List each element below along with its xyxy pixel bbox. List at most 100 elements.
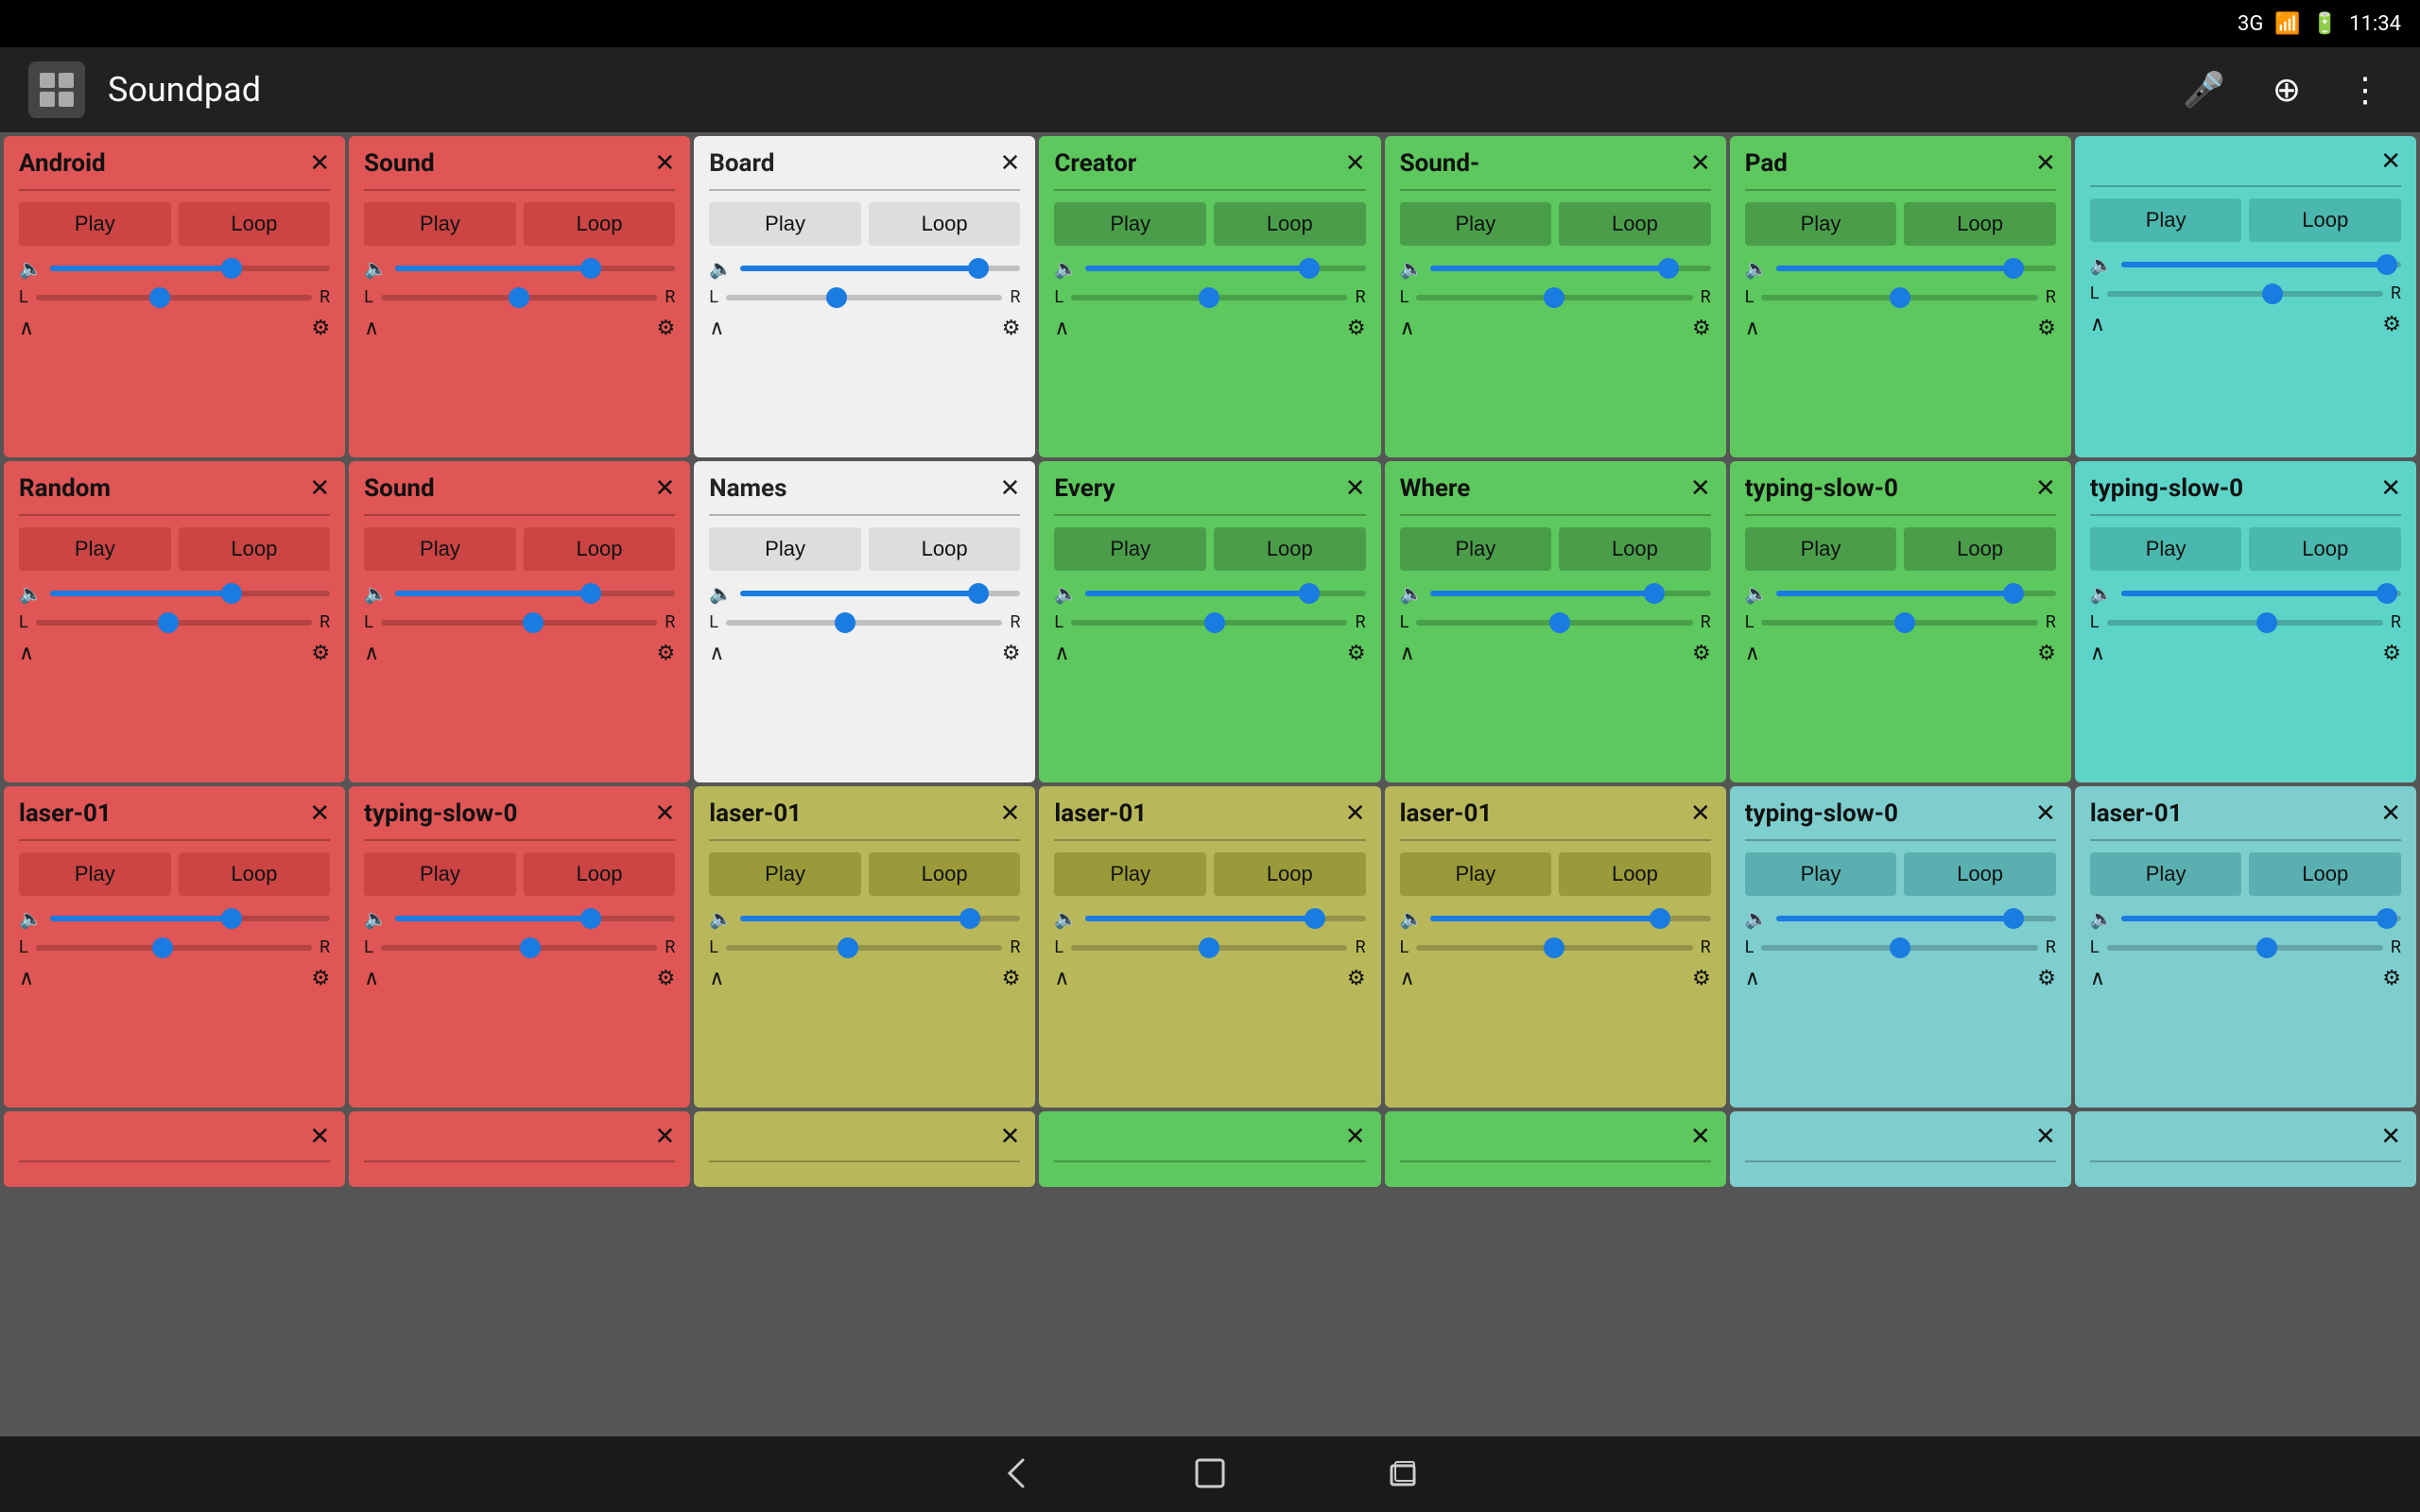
card-close-23[interactable]: ✕	[1000, 1125, 1021, 1149]
lr-track-4[interactable]	[1416, 295, 1692, 301]
settings-icon-12[interactable]: ⚙	[2037, 642, 2056, 665]
expand-icon-5[interactable]: ∧	[1745, 317, 1760, 340]
card-close-25[interactable]: ✕	[1690, 1125, 1711, 1149]
expand-icon-19[interactable]: ∧	[1745, 967, 1760, 990]
settings-icon-20[interactable]: ⚙	[2382, 967, 2401, 990]
play-button-14[interactable]: Play	[19, 852, 171, 896]
settings-icon-1[interactable]: ⚙	[657, 317, 676, 340]
card-close-11[interactable]: ✕	[1690, 476, 1711, 501]
volume-track-13[interactable]	[2121, 591, 2401, 596]
lr-track-5[interactable]	[1761, 295, 2037, 301]
expand-icon-4[interactable]: ∧	[1400, 317, 1415, 340]
loop-button-14[interactable]: Loop	[179, 852, 331, 896]
settings-icon-3[interactable]: ⚙	[1347, 317, 1366, 340]
settings-icon-14[interactable]: ⚙	[311, 967, 330, 990]
play-button-15[interactable]: Play	[364, 852, 516, 896]
volume-track-7[interactable]	[50, 591, 330, 596]
loop-button-7[interactable]: Loop	[179, 527, 331, 571]
card-close-15[interactable]: ✕	[654, 801, 675, 826]
lr-thumb-14[interactable]	[152, 937, 173, 958]
card-close-16[interactable]: ✕	[1000, 801, 1021, 826]
expand-icon-18[interactable]: ∧	[1400, 967, 1415, 990]
volume-thumb-13[interactable]	[2377, 583, 2397, 604]
volume-thumb-7[interactable]	[221, 583, 242, 604]
back-button[interactable]	[996, 1452, 1038, 1497]
volume-thumb-18[interactable]	[1650, 908, 1670, 929]
loop-button-0[interactable]: Loop	[179, 202, 331, 246]
volume-thumb-11[interactable]	[1644, 583, 1665, 604]
expand-icon-2[interactable]: ∧	[709, 317, 724, 340]
settings-icon-19[interactable]: ⚙	[2037, 967, 2056, 990]
expand-icon-13[interactable]: ∧	[2090, 642, 2105, 665]
lr-thumb-3[interactable]	[1199, 287, 1219, 308]
play-button-12[interactable]: Play	[1745, 527, 1897, 571]
settings-icon-7[interactable]: ⚙	[311, 642, 330, 665]
settings-icon-10[interactable]: ⚙	[1347, 642, 1366, 665]
play-button-17[interactable]: Play	[1054, 852, 1206, 896]
play-button-0[interactable]: Play	[19, 202, 171, 246]
volume-track-2[interactable]	[740, 266, 1020, 271]
play-button-13[interactable]: Play	[2090, 527, 2242, 571]
lr-thumb-4[interactable]	[1544, 287, 1564, 308]
volume-thumb-4[interactable]	[1658, 258, 1679, 279]
play-button-2[interactable]: Play	[709, 202, 861, 246]
settings-icon-15[interactable]: ⚙	[657, 967, 676, 990]
volume-thumb-6[interactable]	[2377, 254, 2397, 275]
expand-icon-14[interactable]: ∧	[19, 967, 34, 990]
play-button-11[interactable]: Play	[1400, 527, 1552, 571]
settings-icon-11[interactable]: ⚙	[1692, 642, 1711, 665]
loop-button-4[interactable]: Loop	[1559, 202, 1711, 246]
play-button-10[interactable]: Play	[1054, 527, 1206, 571]
loop-button-19[interactable]: Loop	[1904, 852, 2056, 896]
card-close-26[interactable]: ✕	[2035, 1125, 2056, 1149]
card-close-10[interactable]: ✕	[1345, 476, 1366, 501]
card-close-24[interactable]: ✕	[1345, 1125, 1366, 1149]
volume-track-12[interactable]	[1776, 591, 2056, 596]
loop-button-3[interactable]: Loop	[1214, 202, 1366, 246]
volume-track-14[interactable]	[50, 916, 330, 921]
play-button-5[interactable]: Play	[1745, 202, 1897, 246]
volume-track-1[interactable]	[395, 266, 675, 271]
volume-thumb-1[interactable]	[580, 258, 601, 279]
lr-thumb-15[interactable]	[520, 937, 541, 958]
settings-icon-13[interactable]: ⚙	[2382, 642, 2401, 665]
card-close-12[interactable]: ✕	[2035, 476, 2056, 501]
volume-track-20[interactable]	[2121, 916, 2401, 921]
card-close-21[interactable]: ✕	[309, 1125, 330, 1149]
volume-thumb-3[interactable]	[1299, 258, 1320, 279]
lr-thumb-10[interactable]	[1204, 612, 1225, 633]
lr-track-10[interactable]	[1071, 620, 1347, 626]
settings-icon-18[interactable]: ⚙	[1692, 967, 1711, 990]
lr-track-15[interactable]	[381, 945, 657, 951]
play-button-4[interactable]: Play	[1400, 202, 1552, 246]
settings-icon-16[interactable]: ⚙	[1002, 967, 1021, 990]
expand-icon-1[interactable]: ∧	[364, 317, 379, 340]
settings-icon-4[interactable]: ⚙	[1692, 317, 1711, 340]
expand-icon-11[interactable]: ∧	[1400, 642, 1415, 665]
loop-button-13[interactable]: Loop	[2249, 527, 2401, 571]
loop-button-18[interactable]: Loop	[1559, 852, 1711, 896]
expand-icon-3[interactable]: ∧	[1054, 317, 1069, 340]
volume-thumb-8[interactable]	[580, 583, 601, 604]
volume-track-16[interactable]	[740, 916, 1020, 921]
play-button-9[interactable]: Play	[709, 527, 861, 571]
expand-icon-17[interactable]: ∧	[1054, 967, 1069, 990]
loop-button-20[interactable]: Loop	[2249, 852, 2401, 896]
expand-icon-7[interactable]: ∧	[19, 642, 34, 665]
play-button-3[interactable]: Play	[1054, 202, 1206, 246]
card-close-13[interactable]: ✕	[2380, 476, 2401, 501]
volume-thumb-0[interactable]	[221, 258, 242, 279]
lr-track-19[interactable]	[1761, 945, 2037, 951]
lr-track-12[interactable]	[1761, 620, 2037, 626]
lr-thumb-12[interactable]	[1894, 612, 1915, 633]
menu-button[interactable]: ⋮	[2339, 60, 2392, 119]
card-close-6[interactable]: ✕	[2380, 149, 2401, 174]
add-button[interactable]: ⊕	[2263, 60, 2310, 119]
volume-thumb-2[interactable]	[968, 258, 989, 279]
loop-button-16[interactable]: Loop	[869, 852, 1021, 896]
lr-thumb-9[interactable]	[835, 612, 856, 633]
lr-thumb-0[interactable]	[149, 287, 170, 308]
card-close-2[interactable]: ✕	[1000, 151, 1021, 176]
card-close-0[interactable]: ✕	[309, 151, 330, 176]
lr-track-7[interactable]	[36, 620, 312, 626]
